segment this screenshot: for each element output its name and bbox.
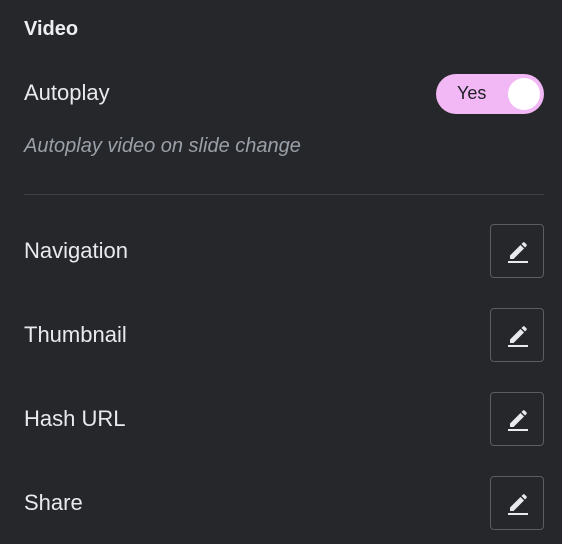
pencil-icon [508,494,528,515]
pencil-icon [508,326,528,347]
autoplay-description: Autoplay video on slide change [24,135,301,157]
share-label: Share [24,490,83,515]
thumbnail-label: Thumbnail [24,322,127,347]
edit-thumbnail-button[interactable] [490,308,544,362]
toggle-knob [508,78,540,110]
video-settings-panel: Video Autoplay Yes Autoplay video on sli… [0,0,562,544]
pencil-icon [508,242,528,263]
edit-hash-url-button[interactable] [490,392,544,446]
hash-url-label: Hash URL [24,406,126,431]
edit-navigation-button[interactable] [490,224,544,278]
divider [24,194,544,195]
autoplay-label: Autoplay [24,80,110,105]
section-title: Video [24,18,79,40]
autoplay-toggle-label: Yes [457,83,487,103]
pencil-icon [508,410,528,431]
edit-share-button[interactable] [490,476,544,530]
autoplay-toggle[interactable]: Yes [436,74,544,114]
navigation-label: Navigation [24,238,128,263]
